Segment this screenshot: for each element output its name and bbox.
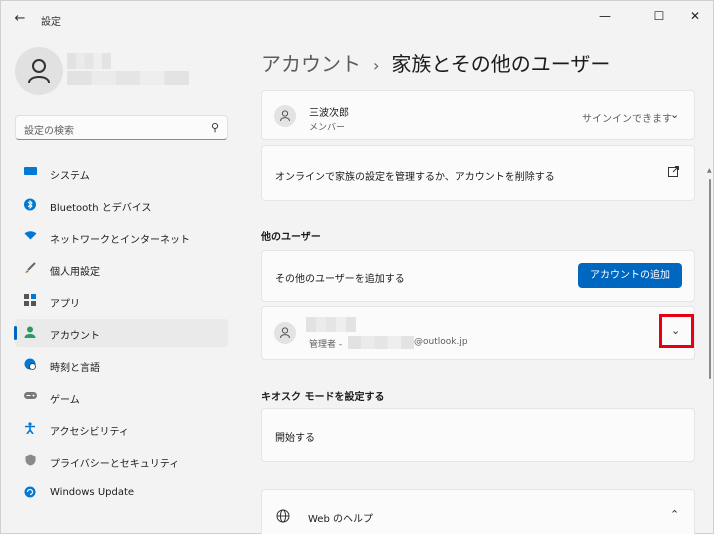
page-title: 家族とその他のユーザー [391, 52, 611, 76]
other-user-card[interactable]: 管理者 - @outlook.jp ⌄ [261, 306, 695, 360]
sidebar-item-network[interactable]: ネットワークとインターネット [15, 223, 228, 251]
shield-icon [23, 454, 37, 468]
sidebar-item-personalization[interactable]: 個人用設定 [15, 255, 228, 283]
external-link-icon[interactable] [668, 166, 679, 180]
user-avatar[interactable] [15, 47, 63, 95]
active-indicator [14, 326, 17, 340]
bluetooth-icon [23, 198, 37, 212]
search-icon[interactable]: ⚲ [211, 121, 219, 134]
sidebar-item-bluetooth[interactable]: Bluetooth とデバイス [15, 191, 228, 219]
member-status: サインインできます [582, 114, 672, 125]
sidebar-item-label: アプリ [50, 299, 80, 310]
breadcrumb: アカウント › 家族とその他のユーザー [261, 48, 610, 77]
sidebar-item-label: ネットワークとインターネット [50, 235, 190, 246]
minimize-button[interactable]: — [585, 5, 625, 27]
add-other-user-label: その他のユーザーを追加する [275, 274, 405, 285]
title-bar: ← 設定 — ☐ ✕ [1, 1, 713, 35]
web-help-card[interactable]: Web のヘルプ ⌃ [261, 489, 695, 534]
manage-family-label: オンラインで家族の設定を管理するか、アカウントを削除する [275, 172, 555, 183]
update-icon [23, 486, 37, 500]
settings-search-input[interactable]: 設定の検索 ⚲ [15, 115, 228, 140]
sidebar-item-accounts[interactable]: アカウント [14, 319, 228, 347]
sidebar-item-accessibility[interactable]: アクセシビリティ [15, 415, 228, 443]
other-users-heading: 他のユーザー [261, 232, 321, 243]
app-title: 設定 [41, 17, 61, 28]
sidebar-item-label: アカウント [50, 331, 100, 342]
sidebar-item-gaming[interactable]: ゲーム [15, 383, 228, 411]
chevron-up-icon[interactable]: ⌃ [670, 508, 679, 521]
person-icon [23, 326, 37, 340]
sidebar-item-apps[interactable]: アプリ [15, 287, 228, 315]
back-arrow-icon[interactable]: ← [11, 10, 29, 28]
kiosk-card[interactable]: 開始する [261, 408, 695, 462]
redacted-email [67, 71, 189, 85]
search-placeholder: 設定の検索 [24, 126, 74, 137]
sidebar-item-label: Bluetooth とデバイス [50, 203, 152, 214]
redacted-email-local [348, 336, 414, 349]
globe-icon [276, 509, 290, 526]
chevron-down-icon[interactable]: ⌄ [670, 108, 679, 121]
sidebar-item-label: アクセシビリティ [50, 427, 129, 438]
brush-icon [23, 262, 37, 276]
sidebar-item-label: 時刻と言語 [50, 363, 100, 374]
sidebar-item-label: ゲーム [50, 395, 80, 406]
redacted-username [67, 53, 111, 69]
scrollbar[interactable] [709, 179, 711, 379]
close-button[interactable]: ✕ [675, 5, 714, 27]
person-icon [274, 105, 296, 127]
person-icon [274, 322, 296, 344]
kiosk-start-label: 開始する [275, 433, 315, 444]
breadcrumb-separator: › [373, 56, 380, 75]
accessibility-icon [23, 422, 37, 436]
family-member-card[interactable]: 三波次郎 メンバー サインインできます ⌄ [261, 90, 695, 140]
sidebar-item-label: Windows Update [50, 487, 135, 498]
redacted-username [306, 317, 356, 332]
add-account-button[interactable]: アカウントの追加 [578, 263, 682, 288]
globe-clock-icon [23, 358, 37, 372]
manage-family-online-card[interactable]: オンラインで家族の設定を管理するか、アカウントを削除する [261, 145, 695, 201]
web-help-label: Web のヘルプ [308, 514, 373, 525]
settings-window: ← 設定 — ☐ ✕ 設定の検索 ⚲ システム Bluetooth とデバイス … [0, 0, 714, 534]
controller-icon [23, 390, 37, 404]
person-icon [28, 59, 50, 84]
member-role: メンバー [309, 123, 346, 133]
breadcrumb-parent[interactable]: アカウント [261, 52, 361, 76]
user-email-domain: @outlook.jp [414, 337, 468, 347]
apps-icon [23, 294, 37, 308]
monitor-icon [23, 166, 37, 180]
maximize-button[interactable]: ☐ [639, 5, 679, 27]
sidebar-item-privacy-security[interactable]: プライバシーとセキュリティ [15, 447, 228, 475]
sidebar-item-label: システム [50, 171, 90, 182]
chevron-down-icon[interactable]: ⌄ [671, 324, 680, 337]
wifi-icon [23, 230, 37, 244]
sidebar-item-label: 個人用設定 [50, 267, 100, 278]
sidebar-item-time-language[interactable]: 時刻と言語 [15, 351, 228, 379]
sidebar-item-label: プライバシーとセキュリティ [50, 459, 180, 470]
add-other-user-card: その他のユーザーを追加する アカウントの追加 [261, 250, 695, 302]
sidebar-item-system[interactable]: システム [15, 159, 228, 187]
user-role: 管理者 - [309, 340, 343, 350]
scroll-up-icon[interactable]: ▲ [707, 167, 712, 174]
kiosk-heading: キオスク モードを設定する [261, 392, 385, 403]
member-name: 三波次郎 [309, 108, 349, 119]
sidebar-item-windows-update[interactable]: Windows Update [15, 479, 228, 507]
